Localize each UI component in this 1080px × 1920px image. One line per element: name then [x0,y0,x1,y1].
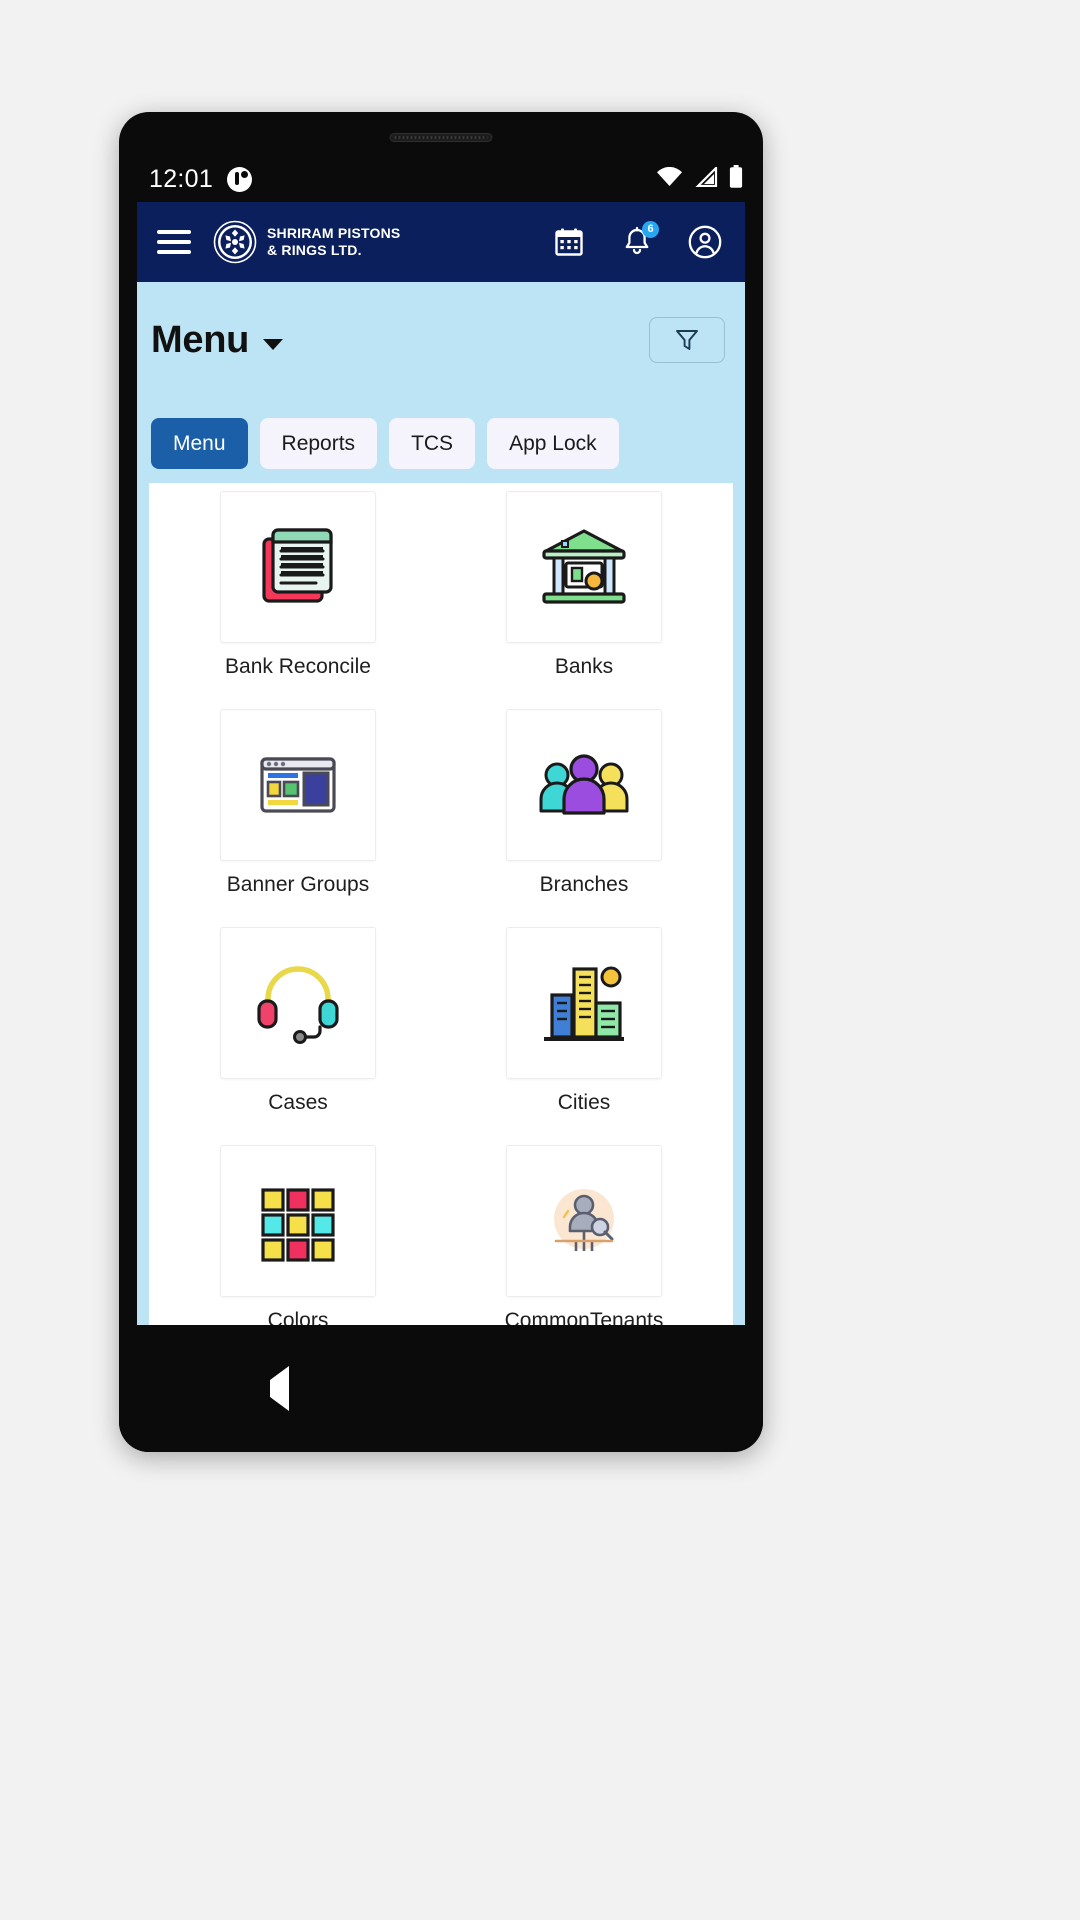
account-circle-icon[interactable] [687,224,723,260]
menu-item-label: Banner Groups [226,873,370,896]
menu-item-banks[interactable]: Banks [441,491,727,709]
menu-item-label: Banks [554,655,614,678]
banner-groups-icon [260,757,336,813]
chevron-down-icon[interactable] [263,338,284,350]
people-group-icon [539,754,629,815]
status-bar: 12:01 [119,156,763,202]
menu-grid: Bank Reconcile Banks Banner Groups Branc… [149,483,733,1325]
menu-item-commontenants[interactable]: CommonTenants [441,1145,727,1325]
bank-building-icon [542,529,626,604]
earpiece-speaker [389,133,493,142]
brand-name: SHRIRAM PISTONS & RINGS LTD. [267,225,401,258]
android-nav-bar [119,1325,763,1452]
common-tenants-icon [554,1189,614,1251]
app-notification-icon [227,166,253,192]
screenshot-root: 12:01 SHRIRAM PISTONS & RINGS LTD. 6 Men… [0,0,1080,1920]
color-swatch-grid-icon [261,1188,335,1262]
wifi-icon [656,166,683,192]
menu-item-label: Cities [557,1091,611,1114]
menu-item-label: Colors [267,1309,329,1325]
tab-bar: Menu Reports TCS App Lock [137,398,745,483]
back-triangle-icon[interactable] [269,1365,289,1411]
title-bar: Menu [137,282,745,398]
menu-item-label: CommonTenants [504,1309,664,1325]
menu-item-bank-reconcile[interactable]: Bank Reconcile [155,491,441,709]
battery-full-icon [729,165,743,193]
tab-menu[interactable]: Menu [151,418,248,469]
menu-item-colors[interactable]: Colors [155,1145,441,1325]
menu-item-banner-groups[interactable]: Banner Groups [155,709,441,927]
hamburger-menu-icon[interactable] [157,230,191,254]
page-title[interactable]: Menu [151,319,249,362]
filter-funnel-icon [676,330,698,350]
menu-item-cases[interactable]: Cases [155,927,441,1145]
tab-app-lock[interactable]: App Lock [487,418,619,469]
notifications-badge: 6 [642,221,659,238]
menu-item-label: Cases [268,1091,328,1114]
tab-reports[interactable]: Reports [259,418,378,469]
status-bar-clock: 12:01 [149,164,214,193]
cellular-signal-icon [694,164,718,192]
brand: SHRIRAM PISTONS & RINGS LTD. [213,220,400,264]
bank-reconcile-icon [262,528,333,603]
filter-button[interactable] [649,317,725,363]
menu-item-label: Branches [539,873,629,896]
shriram-logo-icon [213,220,257,264]
calendar-icon[interactable] [551,224,587,260]
menu-grid-container[interactable]: Bank Reconcile Banks Banner Groups Branc… [137,483,745,1325]
menu-item-cities[interactable]: Cities [441,927,727,1145]
bell-icon[interactable]: 6 [619,221,659,260]
phone-device: 12:01 SHRIRAM PISTONS & RINGS LTD. 6 Men… [119,112,763,1452]
menu-item-label: Bank Reconcile [225,655,371,678]
city-skyline-icon [544,966,624,1041]
headset-support-icon [257,966,339,1044]
menu-item-branches[interactable]: Branches [441,709,727,927]
app-bar: SHRIRAM PISTONS & RINGS LTD. 6 [137,202,745,282]
tab-tcs[interactable]: TCS [389,418,476,469]
